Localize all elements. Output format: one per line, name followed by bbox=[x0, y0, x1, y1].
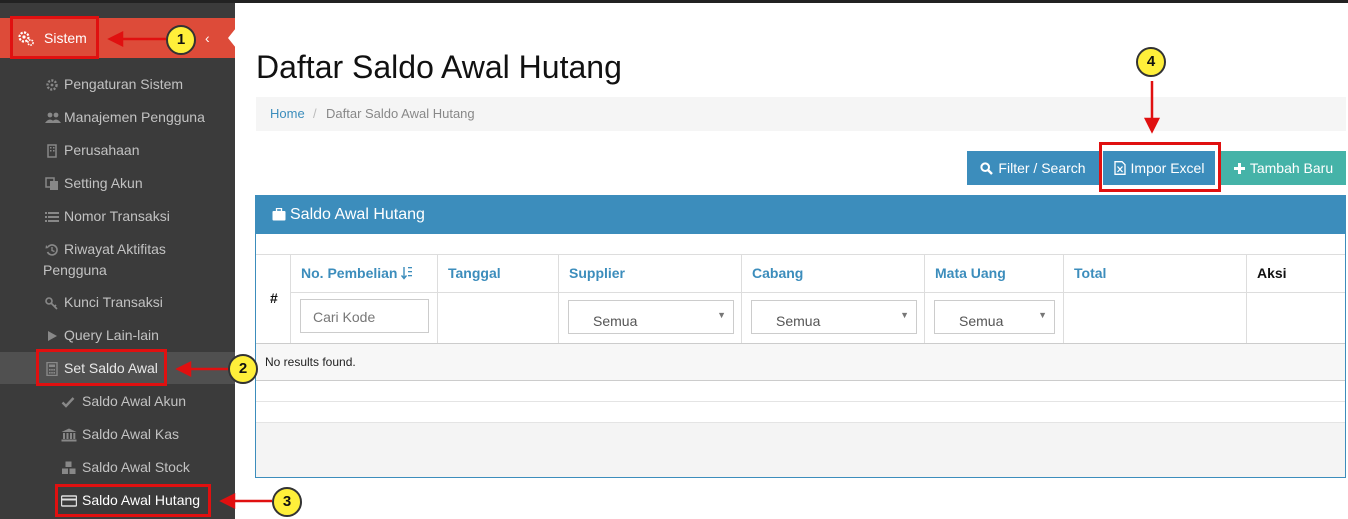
list-icon bbox=[45, 212, 59, 222]
column-header-number: # bbox=[256, 254, 291, 343]
sidebar-item-label: Saldo Awal Kas bbox=[82, 426, 180, 442]
filter-cell-tanggal bbox=[438, 292, 559, 343]
annotation-callout-1: 1 bbox=[166, 25, 196, 55]
cari-kode-placeholder: Cari Kode bbox=[313, 309, 376, 325]
search-icon bbox=[980, 161, 994, 175]
sidebar-item-label: Nomor Transaksi bbox=[64, 208, 170, 224]
row-divider bbox=[256, 254, 1345, 255]
sidebar-item-query-lain-lain[interactable]: Query Lain-lain bbox=[0, 320, 235, 350]
supplier-select[interactable]: Semua ▼ bbox=[568, 300, 734, 334]
annotation-callout-4: 4 bbox=[1136, 47, 1166, 77]
sidebar-item-label: Manajemen Pengguna bbox=[64, 109, 205, 125]
caret-down-icon: ▼ bbox=[1038, 310, 1047, 320]
sidebar-subitem-saldo-awal-kas[interactable]: Saldo Awal Kas bbox=[0, 419, 235, 449]
column-header-label: No. Pembelian bbox=[301, 265, 398, 281]
sidebar-item-label: Setting Akun bbox=[64, 175, 143, 191]
copy-icon bbox=[45, 177, 58, 190]
row-divider bbox=[256, 401, 1345, 402]
breadcrumb-separator: / bbox=[313, 106, 317, 121]
caret-down-icon: ▼ bbox=[900, 310, 909, 320]
sidebar-item-kunci-transaksi[interactable]: Kunci Transaksi bbox=[0, 287, 235, 317]
filter-cell-total bbox=[1064, 292, 1247, 343]
sidebar-item-label: Riwayat Aktifitas bbox=[64, 241, 166, 257]
briefcase-icon bbox=[272, 208, 286, 221]
users-icon bbox=[45, 112, 61, 123]
sidebar-item-label: Query Lain-lain bbox=[64, 327, 159, 343]
cubes-icon bbox=[62, 461, 76, 474]
sidebar-subitem-saldo-awal-stock[interactable]: Saldo Awal Stock bbox=[0, 452, 235, 482]
bank-icon bbox=[61, 428, 77, 442]
mata-uang-select[interactable]: Semua ▼ bbox=[934, 300, 1055, 334]
column-header-tanggal[interactable]: Tanggal bbox=[438, 254, 559, 292]
annotation-box-sistem bbox=[10, 16, 99, 59]
check-icon bbox=[61, 397, 75, 408]
building-icon bbox=[47, 144, 57, 158]
filter-cell-supplier: Semua ▼ bbox=[559, 292, 742, 343]
sidebar-item-perusahaan[interactable]: Perusahaan bbox=[0, 135, 235, 165]
filter-cell-cabang: Semua ▼ bbox=[742, 292, 925, 343]
mata-uang-select-value: Semua bbox=[959, 313, 1004, 329]
sidebar-item-label: Perusahaan bbox=[64, 142, 140, 158]
play-icon bbox=[48, 331, 57, 341]
caret-down-icon: ▼ bbox=[717, 310, 726, 320]
column-header-total[interactable]: Total bbox=[1064, 254, 1247, 292]
app-root: Sistem ‹ Pengaturan Sistem Manajemen Pen… bbox=[0, 0, 1348, 519]
sidebar-item-riwayat-aktifitas[interactable]: Riwayat Aktifitas Pengguna bbox=[0, 234, 235, 282]
sidebar-item-label: Kunci Transaksi bbox=[64, 294, 163, 310]
column-header-mata-uang[interactable]: Mata Uang bbox=[925, 254, 1064, 292]
panel-header: Saldo Awal Hutang bbox=[256, 196, 1345, 234]
sidebar-item-label: Pengaturan Sistem bbox=[64, 76, 184, 92]
cabang-select[interactable]: Semua ▼ bbox=[751, 300, 917, 334]
sidebar-subitem-saldo-awal-akun[interactable]: Saldo Awal Akun bbox=[0, 386, 235, 416]
annotation-box-impor-excel bbox=[1099, 142, 1221, 192]
page-title: Daftar Saldo Awal Hutang bbox=[256, 49, 622, 85]
annotation-callout-3: 3 bbox=[272, 487, 302, 517]
gear-icon bbox=[46, 79, 58, 91]
sidebar-notch bbox=[228, 28, 236, 48]
annotation-box-saldo-awal-hutang bbox=[55, 484, 211, 517]
sidebar-item-label-line2: Pengguna bbox=[43, 262, 107, 278]
row-divider bbox=[256, 380, 1345, 381]
sort-alpha-icon bbox=[401, 267, 413, 280]
annotation-callout-2: 2 bbox=[228, 354, 258, 384]
tambah-baru-button[interactable]: Tambah Baru bbox=[1221, 151, 1346, 185]
sidebar-item-manajemen-pengguna[interactable]: Manajemen Pengguna bbox=[0, 102, 235, 132]
saldo-awal-hutang-panel: Saldo Awal Hutang # No. Pembelian Tangga… bbox=[255, 195, 1346, 478]
key-icon bbox=[45, 297, 58, 310]
breadcrumb: Home / Daftar Saldo Awal Hutang bbox=[256, 97, 1346, 131]
panel-title: Saldo Awal Hutang bbox=[290, 206, 425, 223]
column-header-supplier[interactable]: Supplier bbox=[559, 254, 742, 292]
row-divider bbox=[256, 422, 1345, 423]
sidebar-item-label: Saldo Awal Akun bbox=[82, 393, 187, 409]
sidebar-item-pengaturan-sistem[interactable]: Pengaturan Sistem bbox=[0, 69, 235, 99]
supplier-select-value: Semua bbox=[593, 313, 638, 329]
filter-search-button[interactable]: Filter / Search bbox=[967, 151, 1099, 185]
sidebar: Sistem ‹ Pengaturan Sistem Manajemen Pen… bbox=[0, 3, 236, 519]
cabang-select-value: Semua bbox=[776, 313, 821, 329]
filter-cell-mata-uang: Semua ▼ bbox=[925, 292, 1064, 343]
breadcrumb-current: Daftar Saldo Awal Hutang bbox=[326, 106, 475, 121]
history-icon bbox=[45, 244, 58, 256]
annotation-box-set-saldo-awal bbox=[36, 349, 167, 386]
tambah-baru-label: Tambah Baru bbox=[1249, 160, 1334, 176]
sidebar-item-setting-akun[interactable]: Setting Akun bbox=[0, 168, 235, 198]
column-header-cabang[interactable]: Cabang bbox=[742, 254, 925, 292]
chevron-left-icon[interactable]: ‹ bbox=[205, 30, 210, 46]
filter-cell-kode: Cari Kode bbox=[291, 292, 438, 343]
sidebar-item-nomor-transaksi[interactable]: Nomor Transaksi bbox=[0, 201, 235, 231]
breadcrumb-home-link[interactable]: Home bbox=[270, 106, 305, 121]
plus-icon bbox=[1233, 162, 1245, 174]
cari-kode-input[interactable]: Cari Kode bbox=[300, 299, 429, 333]
column-header-aksi: Aksi bbox=[1257, 265, 1287, 281]
empty-message: No results found. bbox=[265, 355, 356, 369]
empty-row bbox=[256, 344, 1345, 380]
filter-search-label: Filter / Search bbox=[998, 160, 1086, 176]
sidebar-item-label: Saldo Awal Stock bbox=[82, 459, 190, 475]
column-header-no-pembelian[interactable]: No. Pembelian bbox=[291, 254, 438, 292]
